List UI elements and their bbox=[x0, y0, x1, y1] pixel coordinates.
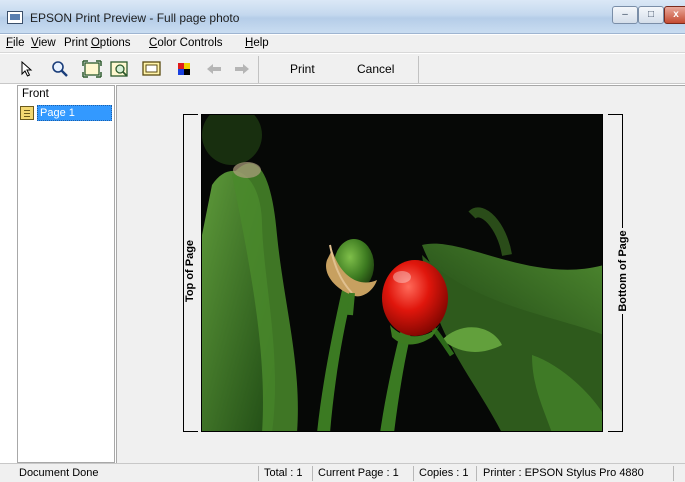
status-message: Document Done bbox=[19, 467, 99, 479]
window-title: EPSON Print Preview - Full page photo bbox=[30, 11, 240, 25]
print-button[interactable]: Print bbox=[290, 62, 315, 76]
forward-arrow-icon[interactable] bbox=[232, 59, 252, 79]
app-icon[interactable] bbox=[7, 11, 23, 24]
toolbar-separator bbox=[258, 56, 259, 83]
fit-page-icon[interactable] bbox=[82, 59, 102, 79]
page-label[interactable]: Page 1 bbox=[37, 105, 112, 121]
arrow-pointer-icon[interactable] bbox=[17, 59, 37, 79]
maximize-button[interactable]: □ bbox=[638, 6, 664, 24]
status-separator bbox=[476, 466, 477, 481]
menu-file[interactable]: File bbox=[6, 37, 25, 49]
status-separator bbox=[258, 466, 259, 481]
status-separator bbox=[673, 466, 674, 481]
status-separator bbox=[413, 466, 414, 481]
bottom-of-page-label: Bottom of Page bbox=[617, 228, 629, 314]
preview-photo bbox=[201, 114, 603, 432]
page-list-pane: Front Page 1 bbox=[17, 85, 115, 463]
menu-help[interactable]: Help bbox=[245, 37, 269, 49]
page-icon bbox=[20, 106, 34, 120]
title-bar[interactable]: EPSON Print Preview - Full page photo – … bbox=[0, 0, 685, 34]
menu-color-controls[interactable]: Color Controls bbox=[149, 37, 223, 49]
zoom-icon[interactable] bbox=[50, 59, 70, 79]
pane-header: Front bbox=[22, 88, 49, 100]
cancel-button[interactable]: Cancel bbox=[357, 62, 394, 76]
menu-bar: File View Print Options Color Controls H… bbox=[0, 35, 685, 53]
status-total: Total : 1 bbox=[264, 467, 303, 479]
margins-icon[interactable] bbox=[142, 59, 162, 79]
status-current-page: Current Page : 1 bbox=[318, 467, 399, 479]
top-of-page-label: Top of Page bbox=[184, 231, 196, 311]
status-bar: Document Done Total : 1 Current Page : 1… bbox=[0, 463, 685, 482]
menu-print-options[interactable]: Print Options bbox=[64, 37, 130, 49]
zoom-page-icon[interactable] bbox=[110, 59, 130, 79]
status-printer: Printer : EPSON Stylus Pro 4880 bbox=[483, 467, 644, 479]
page-list-item[interactable]: Page 1 bbox=[20, 105, 112, 121]
minimize-button[interactable]: – bbox=[612, 6, 638, 24]
toolbar: Print Cancel bbox=[0, 54, 685, 84]
back-arrow-icon[interactable] bbox=[204, 59, 224, 79]
color-icon[interactable] bbox=[174, 59, 194, 79]
menu-view[interactable]: View bbox=[31, 37, 56, 49]
toolbar-separator bbox=[418, 56, 419, 83]
close-button[interactable]: x bbox=[664, 6, 685, 24]
status-separator bbox=[312, 466, 313, 481]
status-copies: Copies : 1 bbox=[419, 467, 469, 479]
